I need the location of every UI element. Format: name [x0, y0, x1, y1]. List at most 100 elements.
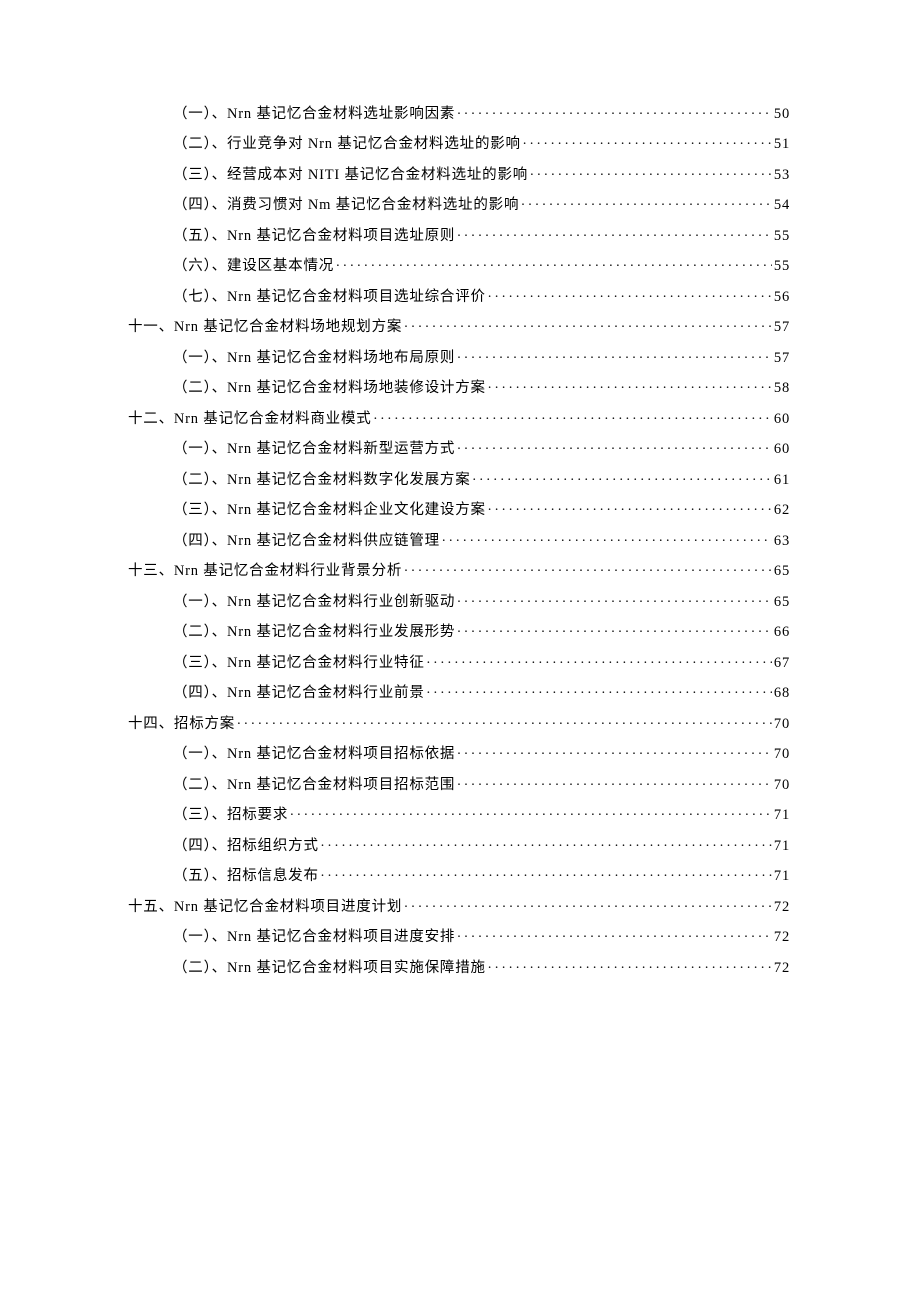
toc-entry-page: 51 [774, 137, 790, 152]
toc-entry: （二）、Nrn 基记忆合金材料项目招标范围 70 [128, 774, 790, 792]
toc-entry-page: 71 [774, 808, 790, 823]
toc-dots [404, 561, 772, 576]
toc-entry-label: （二）、Nrn 基记忆合金材料数字化发展方案 [173, 473, 471, 488]
toc-entry-label: （四）、Nrn 基记忆合金材料供应链管理 [173, 534, 440, 549]
toc-entry: （四）、消费习惯对 Nm 基记忆合金材料选址的影响 54 [128, 195, 790, 213]
toc-dots [488, 378, 772, 393]
toc-entry-page: 57 [774, 320, 790, 335]
toc-entry-label: 十一、Nrn 基记忆合金材料场地规划方案 [128, 320, 402, 335]
toc-entry-label: （三）、招标要求 [173, 808, 288, 823]
toc-entry-label: （一）、Nrn 基记忆合金材料新型运营方式 [173, 442, 455, 457]
toc-entry: （七）、Nrn 基记忆合金材料项目选址综合评价 56 [128, 286, 790, 304]
toc-entry-label: （一）、Nrn 基记忆合金材料场地布局原则 [173, 351, 455, 366]
toc-entry-label: （二）、Nrn 基记忆合金材料项目招标范围 [173, 778, 455, 793]
toc-entry: （一）、Nrn 基记忆合金材料项目进度安排 72 [128, 927, 790, 945]
toc-entry-page: 71 [774, 869, 790, 884]
toc-entry-label: （四）、招标组织方式 [173, 839, 319, 854]
toc-entry-page: 71 [774, 839, 790, 854]
toc-entry-label: 十五、Nrn 基记忆合金材料项目进度计划 [128, 900, 402, 915]
toc-dots [457, 744, 772, 759]
toc-dots [521, 195, 772, 210]
toc-dots [321, 835, 772, 850]
toc-entry-page: 58 [774, 381, 790, 396]
toc-entry: （六）、建设区基本情况 55 [128, 256, 790, 274]
toc-dots [457, 774, 772, 789]
toc-entry: （二）、行业竞争对 Nrn 基记忆合金材料选址的影响 51 [128, 134, 790, 152]
toc-entry-label: （二）、行业竞争对 Nrn 基记忆合金材料选址的影响 [173, 137, 521, 152]
toc-dots [237, 713, 772, 728]
toc-entry-page: 61 [774, 473, 790, 488]
toc-entry-page: 65 [774, 564, 790, 579]
toc-entry-page: 67 [774, 656, 790, 671]
toc-entry-label: （六）、建设区基本情况 [173, 259, 334, 274]
toc-list: （一）、Nrn 基记忆合金材料选址影响因素 50 （二）、行业竞争对 Nrn 基记忆… [128, 103, 790, 975]
toc-entry: （二）、Nrn 基记忆合金材料场地装修设计方案 58 [128, 378, 790, 396]
toc-entry-label: （三）、经营成本对 NITI 基记忆合金材料选址的影响 [173, 168, 528, 183]
toc-entry: 十三、Nrn 基记忆合金材料行业背景分析 65 [128, 561, 790, 579]
toc-entry-label: （二）、Nrn 基记忆合金材料项目实施保障措施 [173, 961, 486, 976]
toc-dots [523, 134, 772, 149]
toc-dots [457, 225, 772, 240]
toc-entry-label: （二）、Nrn 基记忆合金材料行业发展形势 [173, 625, 455, 640]
toc-dots [457, 591, 772, 606]
toc-entry-page: 65 [774, 595, 790, 610]
toc-dots [488, 286, 772, 301]
toc-dots [457, 439, 772, 454]
toc-dots [290, 805, 772, 820]
toc-entry-label: （二）、Nrn 基记忆合金材料场地装修设计方案 [173, 381, 486, 396]
toc-entry-page: 54 [774, 198, 790, 213]
toc-dots [336, 256, 772, 271]
toc-entry-page: 60 [774, 412, 790, 427]
toc-entry-label: （五）、招标信息发布 [173, 869, 319, 884]
toc-entry-page: 60 [774, 442, 790, 457]
toc-entry-label: （四）、Nrn 基记忆合金材料行业前景 [173, 686, 425, 701]
toc-dots [457, 927, 772, 942]
toc-entry: （五）、Nrn 基记忆合金材料项目选址原则55 [128, 225, 790, 243]
toc-dots [530, 164, 772, 179]
toc-entry: （五）、招标信息发布 71 [128, 866, 790, 884]
toc-entry-label: 十四、招标方案 [128, 717, 235, 732]
toc-entry: （一）、Nrn 基记忆合金材料选址影响因素 50 [128, 103, 790, 121]
toc-entry: （一）、Nrn 基记忆合金材料场地布局原则 57 [128, 347, 790, 365]
toc-entry-page: 55 [774, 259, 790, 274]
toc-dots [404, 896, 772, 911]
toc-entry: （三）、Nrn 基记忆合金材料行业特征 67 [128, 652, 790, 670]
toc-entry: （三）、经营成本对 NITI 基记忆合金材料选址的影响 53 [128, 164, 790, 182]
toc-entry-label: （三）、Nrn 基记忆合金材料企业文化建设方案 [173, 503, 486, 518]
toc-entry-page: 62 [774, 503, 790, 518]
toc-entry-page: 50 [774, 107, 790, 122]
toc-entry-page: 70 [774, 778, 790, 793]
toc-dots [427, 652, 772, 667]
toc-dots [404, 317, 772, 332]
toc-entry: （三）、招标要求 71 [128, 805, 790, 823]
toc-entry-label: 十三、Nrn 基记忆合金材料行业背景分析 [128, 564, 402, 579]
toc-entry-label: 十二、Nrn 基记忆合金材料商业模式 [128, 412, 372, 427]
toc-entry: （一）、Nrn 基记忆合金材料项目招标依据70 [128, 744, 790, 762]
toc-entry-page: 53 [774, 168, 790, 183]
toc-dots [321, 866, 772, 881]
toc-entry: （四）、招标组织方式 71 [128, 835, 790, 853]
toc-entry: 十一、Nrn 基记忆合金材料场地规划方案 57 [128, 317, 790, 335]
toc-entry-page: 66 [774, 625, 790, 640]
toc-entry-label: （七）、Nrn 基记忆合金材料项目选址综合评价 [173, 290, 486, 305]
toc-dots [488, 500, 772, 515]
toc-entry-page: 72 [774, 961, 790, 976]
toc-entry-page: 68 [774, 686, 790, 701]
toc-dots [442, 530, 772, 545]
toc-entry-page: 63 [774, 534, 790, 549]
toc-entry-label: （三）、Nrn 基记忆合金材料行业特征 [173, 656, 425, 671]
toc-dots [457, 622, 772, 637]
toc-entry-label: （四）、消费习惯对 Nm 基记忆合金材料选址的影响 [173, 198, 519, 213]
toc-entry: （一）、Nrn 基记忆合金材料新型运营方式 60 [128, 439, 790, 457]
toc-entry-label: （一）、Nrn 基记忆合金材料选址影响因素 [173, 107, 455, 122]
toc-entry-page: 70 [774, 717, 790, 732]
toc-entry-page: 70 [774, 747, 790, 762]
toc-entry-page: 56 [774, 290, 790, 305]
toc-entry-label: （一）、Nrn 基记忆合金材料项目进度安排 [173, 930, 455, 945]
toc-entry-page: 57 [774, 351, 790, 366]
toc-entry: （三）、Nrn 基记忆合金材料企业文化建设方案 62 [128, 500, 790, 518]
toc-entry: 十五、Nrn 基记忆合金材料项目进度计划72 [128, 896, 790, 914]
toc-entry-page: 72 [774, 930, 790, 945]
toc-entry: （四）、Nrn 基记忆合金材料行业前景 68 [128, 683, 790, 701]
toc-entry-label: （一）、Nrn 基记忆合金材料行业创新驱动 [173, 595, 455, 610]
